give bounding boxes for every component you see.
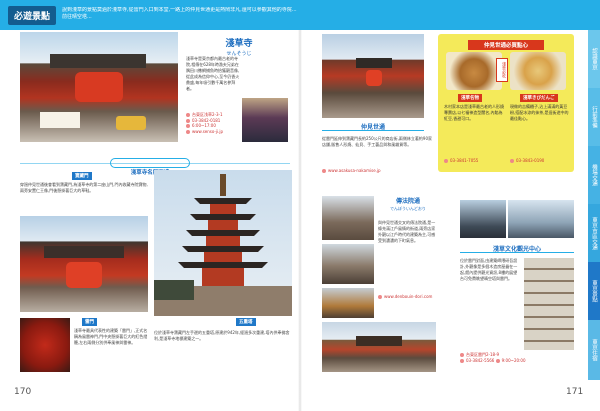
pagoda-drawing — [154, 174, 292, 316]
kaminarimon-gate-photo — [20, 32, 178, 142]
culture-center-building-photo — [524, 258, 574, 350]
tab-preparation[interactable]: 行前準備 — [588, 88, 600, 146]
snack-item2-body: 現做的吉備糰子,沾上滿滿的黃豆粉,搭配冰涼的抹茶,是逛街途中的最佳點心。 — [510, 104, 569, 121]
nakamise-website[interactable]: www.asakusa-nakamise.jp — [328, 168, 381, 173]
hozomon-body: 穿過仲見世通後會看到寶藏門,為淺草寺的第二座山門,門內收藏寺院寶物,兩旁安置仁王… — [20, 182, 148, 193]
pagoda-photo — [154, 170, 292, 316]
sensoji-address: 台東区浅草2-3-1 — [192, 112, 223, 117]
denbouin-photo-1 — [322, 196, 374, 240]
denbouin-title: 傳法院通 — [395, 198, 420, 205]
section-divider — [20, 163, 290, 164]
snack-item1-tel-text: 03-3841-7055 — [450, 158, 479, 163]
snack-item2-tel: 03-3843-0190 — [510, 158, 544, 164]
ningyoyaki-photo — [446, 52, 502, 90]
kaminarimon-label: 雷門 — [82, 318, 97, 326]
book-gutter — [298, 30, 302, 411]
denbouin-body: 與仲見世通交叉的傳法院通,是一條充滿江戶風情的街道,兩旁店家外觀以江戶時代的建築… — [378, 220, 436, 243]
tab-transport[interactable]: 東京市區交通 — [588, 204, 600, 262]
kibidango-photo — [510, 52, 566, 90]
badge-text: 必遊景點 — [14, 12, 51, 22]
culture-center-hours: 9:00~20:00 — [501, 357, 526, 363]
nakamise-info: www.asakusa-nakamise.jp — [322, 168, 381, 174]
header-badge: 必遊景點 — [8, 6, 57, 25]
denbouin-block: 傳法院通 でんぼういんどおり 與仲見世通交叉的傳法院通,是一條充滿江戶風情的街道… — [378, 196, 438, 316]
denbouin-photo-2 — [322, 244, 374, 284]
pagoda-body: 位於淺草寺寶藏門左手邊的五重塔,原建於942年,經過多次重建,塔內供奉佛舍利,是… — [154, 330, 290, 341]
culture-center-info: 台東区雷門2-18-9 03-3842-5566 9:00~20:00 — [460, 352, 574, 363]
nakamise-street-photo — [322, 34, 424, 118]
tab-sights[interactable]: 東京景點 — [588, 262, 600, 320]
denbouin-photo-3 — [322, 288, 374, 318]
nakamise-title-bar: 仲見世通 — [322, 122, 424, 131]
snack-tag: 淺草必吃 — [496, 58, 508, 82]
tab-airport[interactable]: 機場交通 — [588, 146, 600, 204]
sensoji-title: 淺草寺 — [225, 39, 253, 49]
snack-item1-body: 木村家本店是淺草最古老的人形燒專賣店,以七福神造型聞名,內餡為紅豆,香甜可口。 — [444, 104, 504, 121]
snack-box-title: 仲見世通必買點心 — [468, 40, 544, 50]
pagoda-label: 五重塔 — [236, 318, 256, 326]
sensoji-website[interactable]: www.senso-ji.jp — [192, 129, 223, 134]
culture-center-title-bar: 淺草文化觀光中心 — [460, 244, 574, 253]
header-intro-right — [300, 9, 530, 19]
sensoji-body: 淺草寺是東京都內最古老的寺院,相傳在628年時漁夫兄弟在隅田川撒網捕魚時拾獲觀音… — [186, 56, 240, 91]
observation-deck-photo-1 — [460, 200, 506, 238]
kimono-women-photo — [242, 98, 288, 142]
snack-item1-tel: 03-3841-7055 — [444, 158, 478, 164]
nakamise-title: 仲見世通 — [360, 124, 385, 131]
sensoji-block: 淺草寺 せんそうじ 淺草寺是東京都內最古老的寺院,相傳在628年時漁夫兄弟在隅田… — [184, 34, 294, 142]
header-intro: 說到淺草的景點莫過於淺草寺,從雷門入口到本堂,一路上的仲見世通更是熱鬧非凡,還可… — [62, 7, 297, 20]
snack-item1-label: 淺草名物 — [458, 94, 482, 102]
denbouin-info: www.denbouin-dori.com — [378, 294, 432, 300]
page-number-right: 171 — [566, 387, 584, 397]
kaminarimon-body: 淺草寺最具代表性的建築「雷門」,正式名稱為風雷神門,門中央懸掛著巨大的紅色燈籠,… — [74, 328, 148, 345]
snack-item2-tel-text: 03-3843-0190 — [516, 158, 545, 163]
hozomon-gate-photo — [20, 216, 148, 312]
hozomon-label: 寶藏門 — [72, 172, 92, 180]
denbouin-reading: でんぼういんどおり — [390, 206, 426, 211]
culture-center-tel: 03-3842-5566 — [466, 357, 495, 363]
page-number-left: 170 — [14, 387, 32, 397]
tab-lodging[interactable]: 東京住宿 — [588, 320, 600, 380]
sensoji-tel: 03-3842-0181 — [192, 117, 221, 123]
denbouin-website[interactable]: www.denbouin-dori.com — [384, 294, 432, 299]
nakamise-body: 從雷門延伸到寶藏門長約250公尺的商店街,兩側林立著約90家店舖,販售人形燒、仙… — [322, 136, 432, 147]
culture-center-body: 位於雷門對面,由建築師隈研吾設計,外觀像是多個木造房屋疊在一起,館內提供觀光資訊… — [460, 258, 518, 281]
side-tabs: 認識東京 行前準備 機場交通 東京市區交通 東京景點 東京住宿 — [588, 30, 600, 380]
lantern-photo — [20, 318, 70, 372]
sensoji-hours: 6:00~17:00 — [192, 123, 216, 128]
denbouin-street-photo — [322, 322, 436, 372]
tab-intro[interactable]: 認識東京 — [588, 30, 600, 88]
sensoji-info: 台東区浅草2-3-1 03-3842-0181 6:00~17:00 www.s… — [186, 112, 242, 134]
snack-item2-label: 淺草きびだんご — [520, 94, 558, 102]
observation-deck-photo-2 — [508, 200, 574, 238]
snack-box: 仲見世通必買點心 淺草必吃 淺草名物 淺草きびだんご 木村家本店是淺草最古老的人… — [438, 34, 574, 172]
culture-center-address: 台東区雷門2-18-9 — [466, 352, 500, 357]
culture-center-title: 淺草文化觀光中心 — [492, 246, 541, 253]
